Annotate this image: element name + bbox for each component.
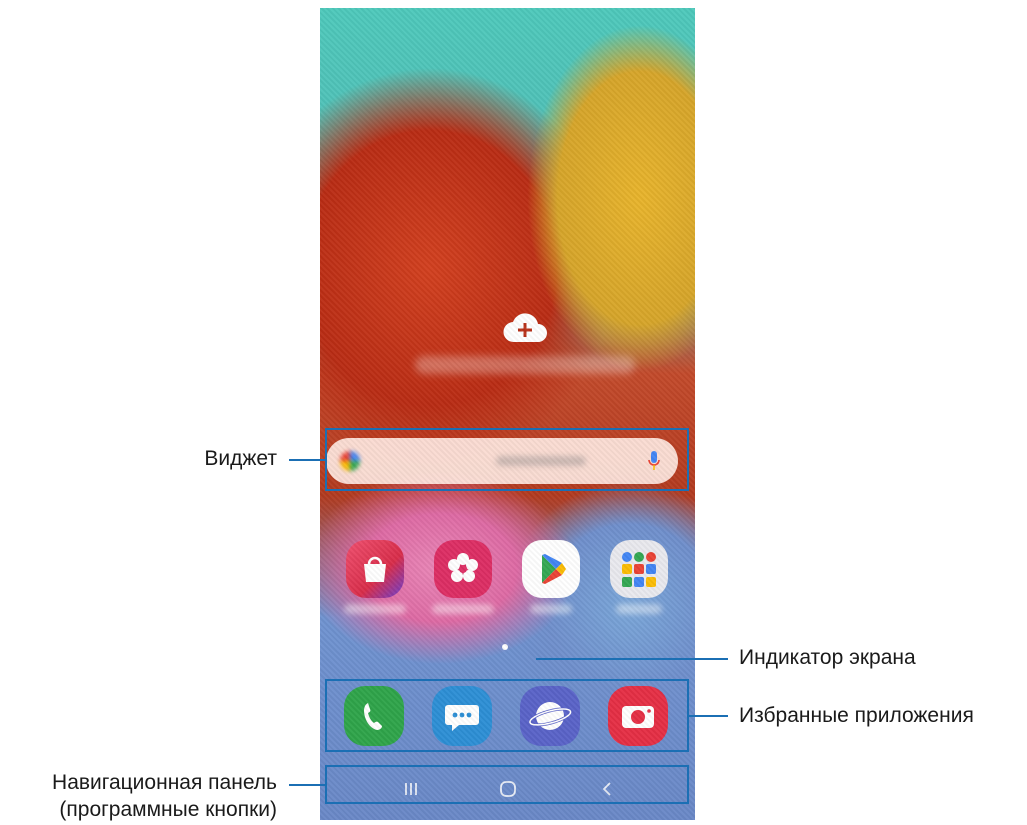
widget-callout: Виджет <box>204 447 277 470</box>
navigation-bar-highlight-box <box>325 765 689 804</box>
app-label <box>530 604 572 614</box>
app-label <box>616 604 662 614</box>
app-label <box>344 604 406 614</box>
favorite-apps-callout: Избранные приложения <box>739 704 974 727</box>
navigation-bar-callout-line1: Навигационная панель <box>52 771 277 794</box>
page-indicator-dot[interactable] <box>502 644 508 650</box>
favorite-apps-callout-line <box>689 715 728 717</box>
app-label <box>432 604 494 614</box>
cloud-plus-icon[interactable] <box>502 312 548 344</box>
widget-highlight-box <box>325 428 689 491</box>
google-folder-icon[interactable] <box>610 540 668 598</box>
navigation-bar-callout-line2: (программные кнопки) <box>59 798 277 821</box>
screen-indicator-callout: Индикатор экрана <box>739 646 916 669</box>
screen-indicator-callout-line <box>536 658 728 660</box>
navigation-bar-callout-line <box>289 784 325 786</box>
play-store-icon[interactable] <box>522 540 580 598</box>
galaxy-store-icon[interactable] <box>346 540 404 598</box>
favorite-apps-highlight-box <box>325 679 689 752</box>
widget-callout-line <box>289 459 325 461</box>
gallery-flower-icon[interactable] <box>434 540 492 598</box>
add-widget-hint <box>415 356 635 374</box>
